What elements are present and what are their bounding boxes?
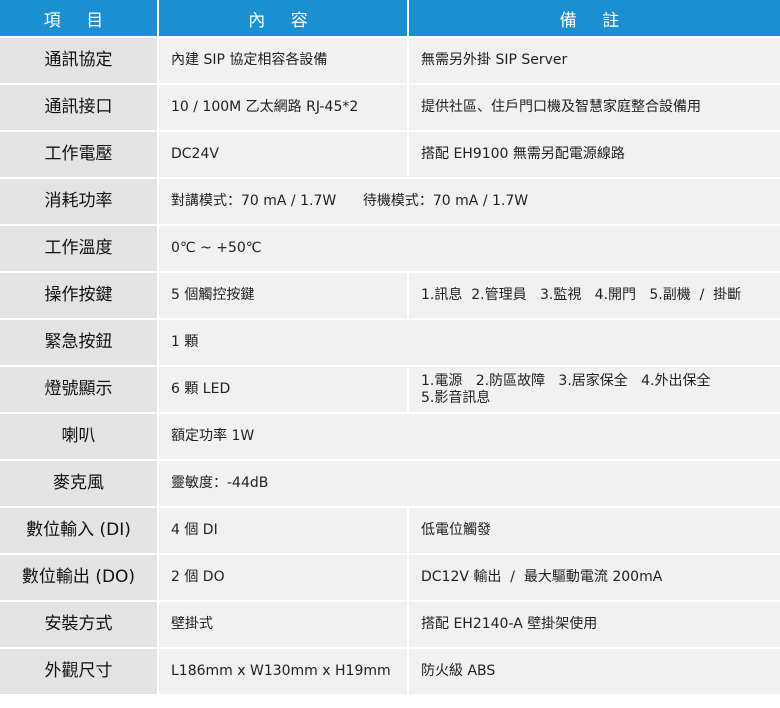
row-content: 內建 SIP 協定相容各設備 [159,38,409,85]
row-label: 數位輸入 (DI) [0,508,159,555]
header-note: 備 註 [409,0,780,38]
row-content: 對講模式：70 mA / 1.7W 待機模式：70 mA / 1.7W [159,179,780,226]
table-row: 麥克風 靈敏度：-44dB [0,461,780,508]
table-row: 數位輸入 (DI) 4 個 DI 低電位觸發 [0,508,780,555]
row-note: DC12V 輸出 / 最大驅動電流 200mA [409,555,780,602]
row-content: 0℃ ~ +50℃ [159,226,780,273]
row-content: DC24V [159,132,409,179]
row-label: 通訊接口 [0,85,159,132]
row-content: 靈敏度：-44dB [159,461,780,508]
row-note: 1.電源 2.防區故障 3.居家保全 4.外出保全 5.影音訊息 [409,367,780,414]
table-row: 緊急按鈕 1 顆 [0,320,780,367]
header-row: 項 目 內 容 備 註 [0,0,780,38]
row-label: 喇叭 [0,414,159,461]
row-note-line: 1.電源 2.防區故障 3.居家保全 4.外出保全 [421,372,711,389]
row-note: 1.訊息 2.管理員 3.監視 4.開門 5.副機 / 掛斷 [409,273,780,320]
header-content: 內 容 [159,0,409,38]
row-label: 麥克風 [0,461,159,508]
row-note: 搭配 EH9100 無需另配電源線路 [409,132,780,179]
table-row: 通訊協定 內建 SIP 協定相容各設備 無需另外掛 SIP Server [0,38,780,85]
row-label: 緊急按鈕 [0,320,159,367]
row-content: 額定功率 1W [159,414,780,461]
table-row: 通訊接口 10 / 100M 乙太網路 RJ-45*2 提供社區、住戶門口機及智… [0,85,780,132]
row-label: 數位輸出 (DO) [0,555,159,602]
row-note: 搭配 EH2140-A 壁掛架使用 [409,602,780,649]
row-note-line: 5.影音訊息 [421,389,491,406]
spec-table: 項 目 內 容 備 註 通訊協定 內建 SIP 協定相容各設備 無需另外掛 SI… [0,0,780,696]
row-content: 2 個 DO [159,555,409,602]
header-item: 項 目 [0,0,159,38]
row-content: 6 顆 LED [159,367,409,414]
table-row: 燈號顯示 6 顆 LED 1.電源 2.防區故障 3.居家保全 4.外出保全 5… [0,367,780,414]
table-row: 安裝方式 壁掛式 搭配 EH2140-A 壁掛架使用 [0,602,780,649]
row-label: 燈號顯示 [0,367,159,414]
table-row: 數位輸出 (DO) 2 個 DO DC12V 輸出 / 最大驅動電流 200mA [0,555,780,602]
row-label: 工作溫度 [0,226,159,273]
row-note: 無需另外掛 SIP Server [409,38,780,85]
row-label: 消耗功率 [0,179,159,226]
row-note: 防火級 ABS [409,649,780,696]
row-label: 安裝方式 [0,602,159,649]
row-content: L186mm x W130mm x H19mm [159,649,409,696]
table-row: 喇叭 額定功率 1W [0,414,780,461]
row-content: 10 / 100M 乙太網路 RJ-45*2 [159,85,409,132]
row-content: 4 個 DI [159,508,409,555]
row-label: 工作電壓 [0,132,159,179]
table-row: 工作溫度 0℃ ~ +50℃ [0,226,780,273]
table-row: 外觀尺寸 L186mm x W130mm x H19mm 防火級 ABS [0,649,780,696]
table-row: 工作電壓 DC24V 搭配 EH9100 無需另配電源線路 [0,132,780,179]
row-content: 壁掛式 [159,602,409,649]
table-row: 消耗功率 對講模式：70 mA / 1.7W 待機模式：70 mA / 1.7W [0,179,780,226]
row-note: 提供社區、住戶門口機及智慧家庭整合設備用 [409,85,780,132]
row-note: 低電位觸發 [409,508,780,555]
table-row: 操作按鍵 5 個觸控按鍵 1.訊息 2.管理員 3.監視 4.開門 5.副機 /… [0,273,780,320]
row-label: 通訊協定 [0,38,159,85]
row-content: 5 個觸控按鍵 [159,273,409,320]
row-label: 外觀尺寸 [0,649,159,696]
row-content: 1 顆 [159,320,780,367]
row-label: 操作按鍵 [0,273,159,320]
